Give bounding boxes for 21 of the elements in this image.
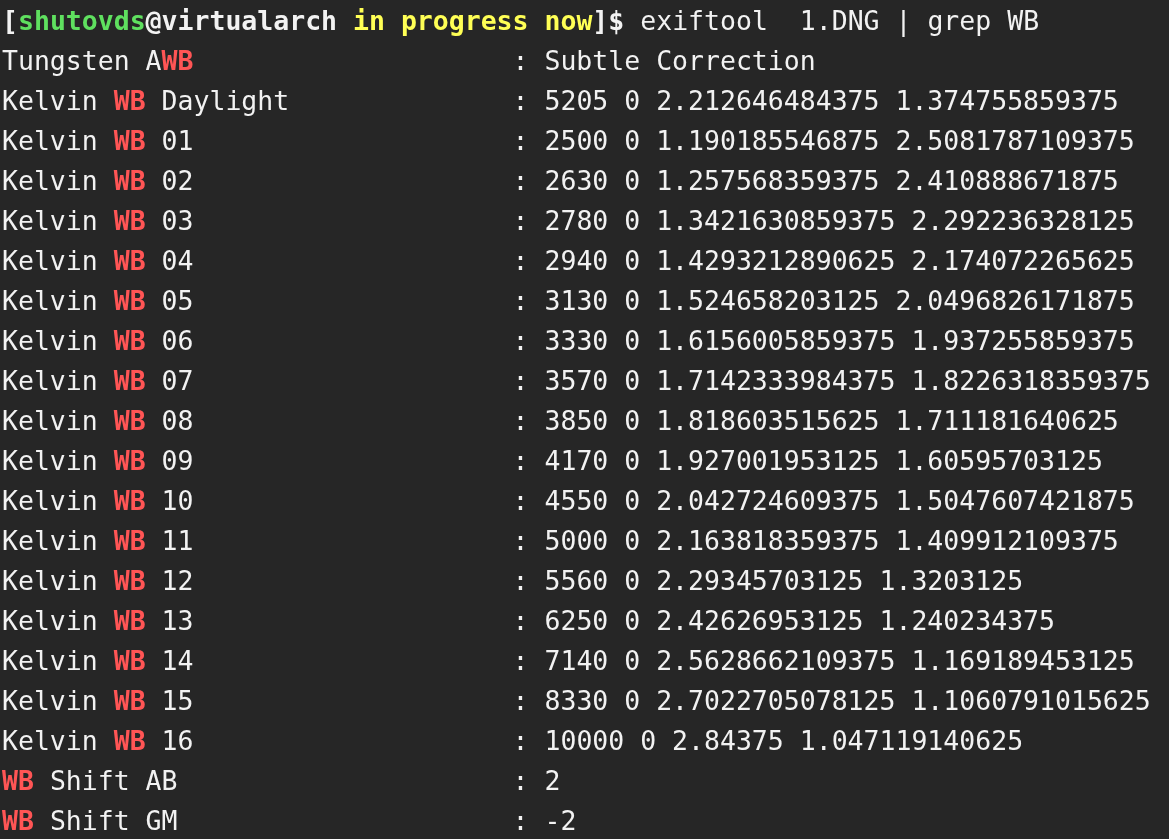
output-line: Kelvin WB 07 : 3570 0 1.7142333984375 1.8226318359375	[2, 364, 1151, 398]
output-line: Kelvin WB 02 : 2630 0 1.257568359375 2.410888671875	[2, 164, 1119, 198]
output-line: Kelvin WB 08 : 3850 0 1.818603515625 1.711181640625	[2, 404, 1119, 438]
output-line: Kelvin WB 05 : 3130 0 1.524658203125 2.0496826171875	[2, 284, 1135, 318]
prompt-line: [shutovds@virtualarch in progress now]$ exiftool 1.DNG | grep WB	[2, 4, 1040, 39]
output-line: WB Shift AB : 2	[2, 764, 561, 798]
output-line: Kelvin WB 12 : 5560 0 2.29345703125 1.3203125	[2, 564, 1024, 598]
output-line: Kelvin WB 13 : 6250 0 2.42626953125 1.240234375	[2, 604, 1055, 638]
output-line: Kelvin WB 15 : 8330 0 2.7022705078125 1.1060791015625	[2, 684, 1151, 718]
output-line: Kelvin WB 10 : 4550 0 2.042724609375 1.5047607421875	[2, 484, 1135, 518]
output-line: Kelvin WB 14 : 7140 0 2.5628662109375 1.169189453125	[2, 644, 1135, 678]
output-line: Kelvin WB 16 : 10000 0 2.84375 1.047119140625	[2, 724, 1024, 758]
output-line: WB Shift GM : -2	[2, 804, 577, 838]
output-line: Kelvin WB 09 : 4170 0 1.927001953125 1.60595703125	[2, 444, 1103, 478]
output-line: Tungsten AWB : Subtle Correction	[2, 44, 816, 78]
output-line: Kelvin WB 01 : 2500 0 1.190185546875 2.5081787109375	[2, 124, 1135, 158]
output-line: Kelvin WB 06 : 3330 0 1.6156005859375 1.937255859375	[2, 324, 1135, 358]
output-line: Kelvin WB 04 : 2940 0 1.4293212890625 2.174072265625	[2, 244, 1135, 278]
output-line: Kelvin WB Daylight : 5205 0 2.212646484375 1.374755859375	[2, 84, 1119, 118]
output-line: Kelvin WB 11 : 5000 0 2.163818359375 1.409912109375	[2, 524, 1119, 558]
output-line: Kelvin WB 03 : 2780 0 1.3421630859375 2.292236328125	[2, 204, 1135, 238]
